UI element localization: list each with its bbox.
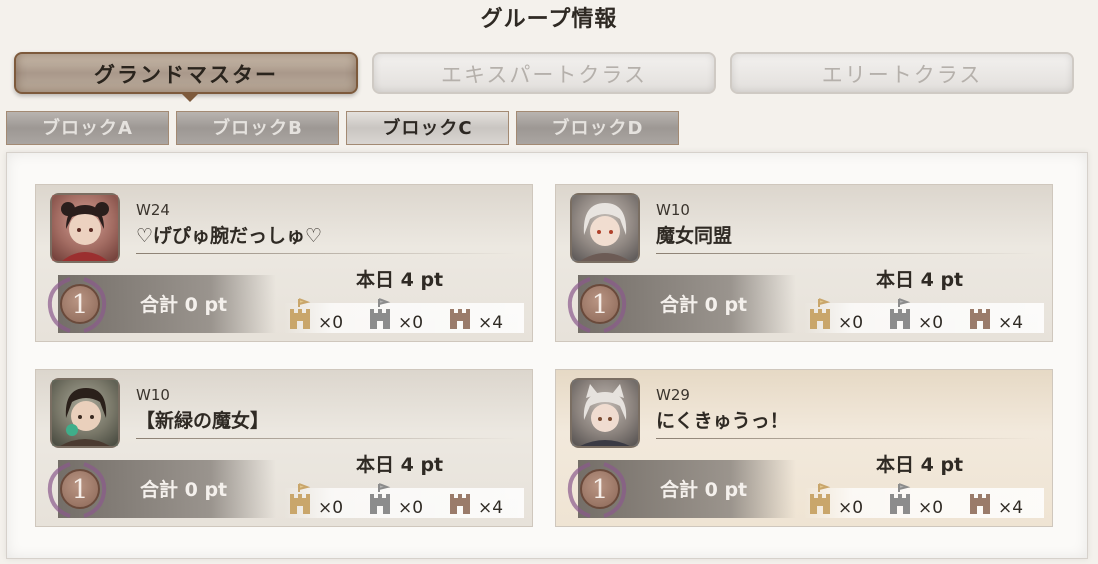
tab-block-d[interactable]: ブロックD <box>516 111 679 145</box>
tab-grandmaster[interactable]: グランドマスター <box>14 52 358 94</box>
total-points: 合計 0 pt <box>140 294 228 316</box>
silver-count: ×0 <box>918 313 944 333</box>
silver-count: ×0 <box>918 498 944 518</box>
group-card[interactable]: W24 ♡げぴゅ腕だっしゅ♡ 本日 4 pt 1 合計 0 pt ×0 ×0 ×… <box>35 184 533 342</box>
world-label: W10 <box>136 386 170 404</box>
bronze-castle-icon <box>450 309 470 329</box>
total-points: 合計 0 pt <box>140 479 228 501</box>
tab-block-b[interactable]: ブロックB <box>176 111 339 145</box>
silver-castle-icon <box>890 298 911 329</box>
total-points: 合計 0 pt <box>660 479 748 501</box>
gold-castle-icon <box>810 298 831 329</box>
total-points: 合計 0 pt <box>660 294 748 316</box>
tab-elite-class[interactable]: エリートクラス <box>730 52 1074 94</box>
active-tab-indicator <box>182 94 198 102</box>
tab-expert-class[interactable]: エキスパートクラス <box>372 52 716 94</box>
bronze-count: ×4 <box>478 313 504 333</box>
group-card[interactable]: W10 【新緑の魔女】 本日 4 pt 1 合計 0 pt ×0 ×0 ×4 <box>35 369 533 527</box>
group-name: 魔女同盟 <box>656 225 733 247</box>
gold-count: ×0 <box>318 498 344 518</box>
group-card[interactable]: W29 にくきゅうっ！ 本日 4 pt 1 合計 0 pt ×0 ×0 ×4 <box>555 369 1053 527</box>
tab-block-c[interactable]: ブロックC <box>346 111 509 145</box>
group-name: 【新緑の魔女】 <box>136 410 270 432</box>
group-card[interactable]: W10 魔女同盟 本日 4 pt 1 合計 0 pt ×0 ×0 ×4 <box>555 184 1053 342</box>
bronze-castle-icon <box>450 494 470 514</box>
class-tabs: グランドマスター エキスパートクラス エリートクラス <box>14 52 1076 102</box>
world-label: W10 <box>656 201 690 219</box>
tab-block-a[interactable]: ブロックA <box>6 111 169 145</box>
bronze-count: ×4 <box>998 313 1024 333</box>
bronze-count: ×4 <box>478 498 504 518</box>
silver-count: ×0 <box>398 498 424 518</box>
today-points: 本日 4 pt <box>876 269 964 291</box>
gold-castle-icon <box>290 483 311 514</box>
group-list-panel: W24 ♡げぴゅ腕だっしゅ♡ 本日 4 pt 1 合計 0 pt ×0 ×0 ×… <box>6 152 1088 559</box>
avatar <box>50 193 120 263</box>
avatar <box>570 193 640 263</box>
group-name: ♡げぴゅ腕だっしゅ♡ <box>136 225 323 247</box>
gold-count: ×0 <box>318 313 344 333</box>
divider <box>656 438 1036 439</box>
silver-count: ×0 <box>398 313 424 333</box>
group-name: にくきゅうっ！ <box>656 410 789 432</box>
block-tabs: ブロックA ブロックB ブロックC ブロックD <box>6 111 686 147</box>
today-points: 本日 4 pt <box>876 454 964 476</box>
bronze-castle-icon <box>970 494 990 514</box>
divider <box>136 438 516 439</box>
divider <box>656 253 1036 254</box>
avatar <box>50 378 120 448</box>
gold-castle-icon <box>290 298 311 329</box>
bronze-castle-icon <box>970 309 990 329</box>
today-points: 本日 4 pt <box>356 269 444 291</box>
rank-badge: 1 <box>60 469 100 509</box>
page-title: グループ情報 <box>480 6 618 32</box>
divider <box>136 253 516 254</box>
rank-badge: 1 <box>580 284 620 324</box>
world-label: W24 <box>136 201 170 219</box>
gold-castle-icon <box>810 483 831 514</box>
gold-count: ×0 <box>838 313 864 333</box>
silver-castle-icon <box>890 483 911 514</box>
bronze-count: ×4 <box>998 498 1024 518</box>
silver-castle-icon <box>370 483 391 514</box>
today-points: 本日 4 pt <box>356 454 444 476</box>
world-label: W29 <box>656 386 690 404</box>
avatar <box>570 378 640 448</box>
silver-castle-icon <box>370 298 391 329</box>
rank-badge: 1 <box>580 469 620 509</box>
gold-count: ×0 <box>838 498 864 518</box>
rank-badge: 1 <box>60 284 100 324</box>
